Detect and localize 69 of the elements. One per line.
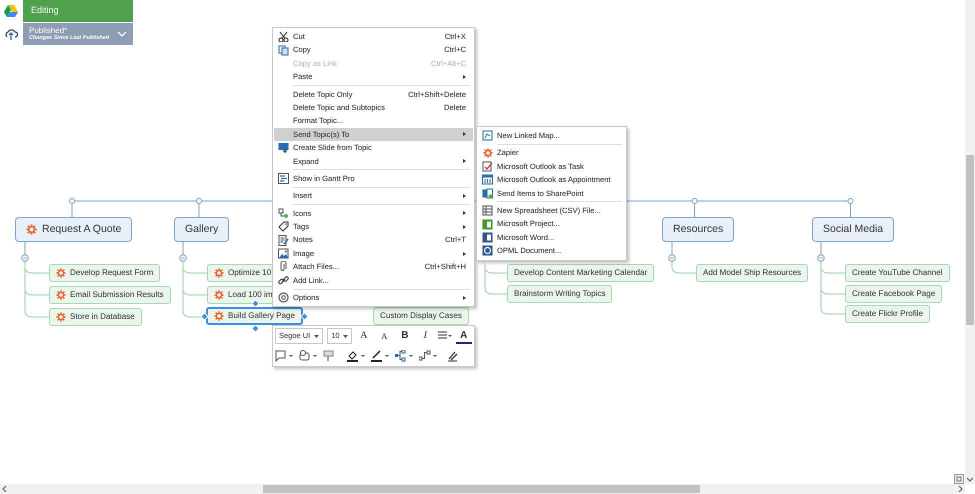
gear-icon: [278, 292, 289, 304]
publish-title: Published*: [29, 26, 68, 35]
italic-button[interactable]: I: [417, 328, 434, 344]
subtopic-node[interactable]: Store in Database: [49, 308, 142, 326]
task-icon: [482, 160, 493, 172]
subtopic-node[interactable]: Develop Request Form: [49, 264, 160, 282]
font-color-button[interactable]: A: [456, 328, 472, 344]
image-icon: [278, 248, 289, 260]
layout-icon[interactable]: [395, 350, 415, 362]
chart-icon: [278, 173, 289, 184]
cloud-upload-icon[interactable]: [4, 28, 18, 40]
collapse-icon: [21, 254, 29, 262]
selection-handle[interactable]: [201, 313, 208, 320]
calendar-icon: [482, 174, 493, 186]
subtopic-node[interactable]: Build Gallery Page: [206, 307, 304, 325]
subtopic-node[interactable]: Create Flickr Profile: [845, 305, 930, 323]
bold-button[interactable]: B: [396, 328, 414, 344]
paperclip-icon: [278, 261, 289, 272]
copy-icon: [278, 44, 289, 56]
collapse-icon: [668, 254, 676, 262]
shape-icon[interactable]: [275, 350, 295, 362]
topic-node[interactable]: Social Media: [812, 217, 894, 242]
document-icon: [482, 218, 493, 230]
shapes-icon: [278, 208, 289, 219]
align-icon[interactable]: [438, 331, 452, 341]
fill-color-icon[interactable]: [347, 350, 367, 362]
line-color-icon[interactable]: [371, 350, 391, 362]
shrink-font-button[interactable]: A: [376, 328, 393, 344]
subtopic-node[interactable]: Create Facebook Page: [845, 285, 942, 303]
connector-line: [484, 262, 508, 294]
connector-line: [672, 240, 696, 274]
spreadsheet-icon: [482, 205, 493, 216]
chevron-down-icon: [117, 31, 127, 37]
caret-icon: [314, 334, 320, 338]
scissors-icon: [278, 31, 289, 42]
clear-format-icon[interactable]: [447, 350, 459, 362]
burst-icon: [482, 148, 492, 158]
notes-icon: [278, 234, 289, 246]
collapse-icon: [179, 254, 187, 262]
boundary-icon[interactable]: [299, 350, 319, 362]
zoom-fit-icon[interactable]: [954, 474, 964, 484]
topic-node[interactable]: Request A Quote: [15, 217, 132, 242]
grow-font-button[interactable]: A: [356, 328, 372, 344]
disc-icon: [482, 245, 493, 256]
drive-logo-icon: [4, 5, 18, 17]
subtopic-node[interactable]: Create YouTube Channel: [845, 264, 950, 282]
subtopic-node[interactable]: Add Model Ship Resources: [696, 264, 808, 282]
map-icon: [482, 130, 493, 142]
scroll-left-icon[interactable]: [2, 486, 8, 492]
subtopic-node[interactable]: Email Submission Results: [49, 286, 171, 304]
selection-handle[interactable]: [301, 313, 308, 320]
scrollbar-thumb[interactable]: [966, 155, 974, 325]
subtopic-node[interactable]: Brainstorm Writing Topics: [507, 285, 612, 303]
status-bar-label: Editing: [23, 0, 133, 22]
topic-node[interactable]: Resources: [662, 217, 734, 242]
scrollbar-thumb[interactable]: [263, 485, 700, 493]
document-icon: [482, 188, 493, 199]
topic-node[interactable]: Gallery: [174, 217, 230, 242]
link-icon: [278, 274, 289, 286]
scroll-right-icon[interactable]: [957, 486, 963, 492]
subtopic-node[interactable]: Develop Content Marketing Calendar: [507, 264, 654, 282]
connector-icon[interactable]: [419, 350, 439, 362]
document-icon: [482, 232, 493, 243]
slide-icon: [278, 142, 289, 154]
caret-icon: [342, 334, 348, 338]
tag-icon: [278, 221, 289, 232]
subtopic-node[interactable]: Custom Display Cases: [373, 307, 469, 325]
collapse-icon: [817, 254, 825, 262]
scroll-down-icon[interactable]: [967, 476, 973, 482]
